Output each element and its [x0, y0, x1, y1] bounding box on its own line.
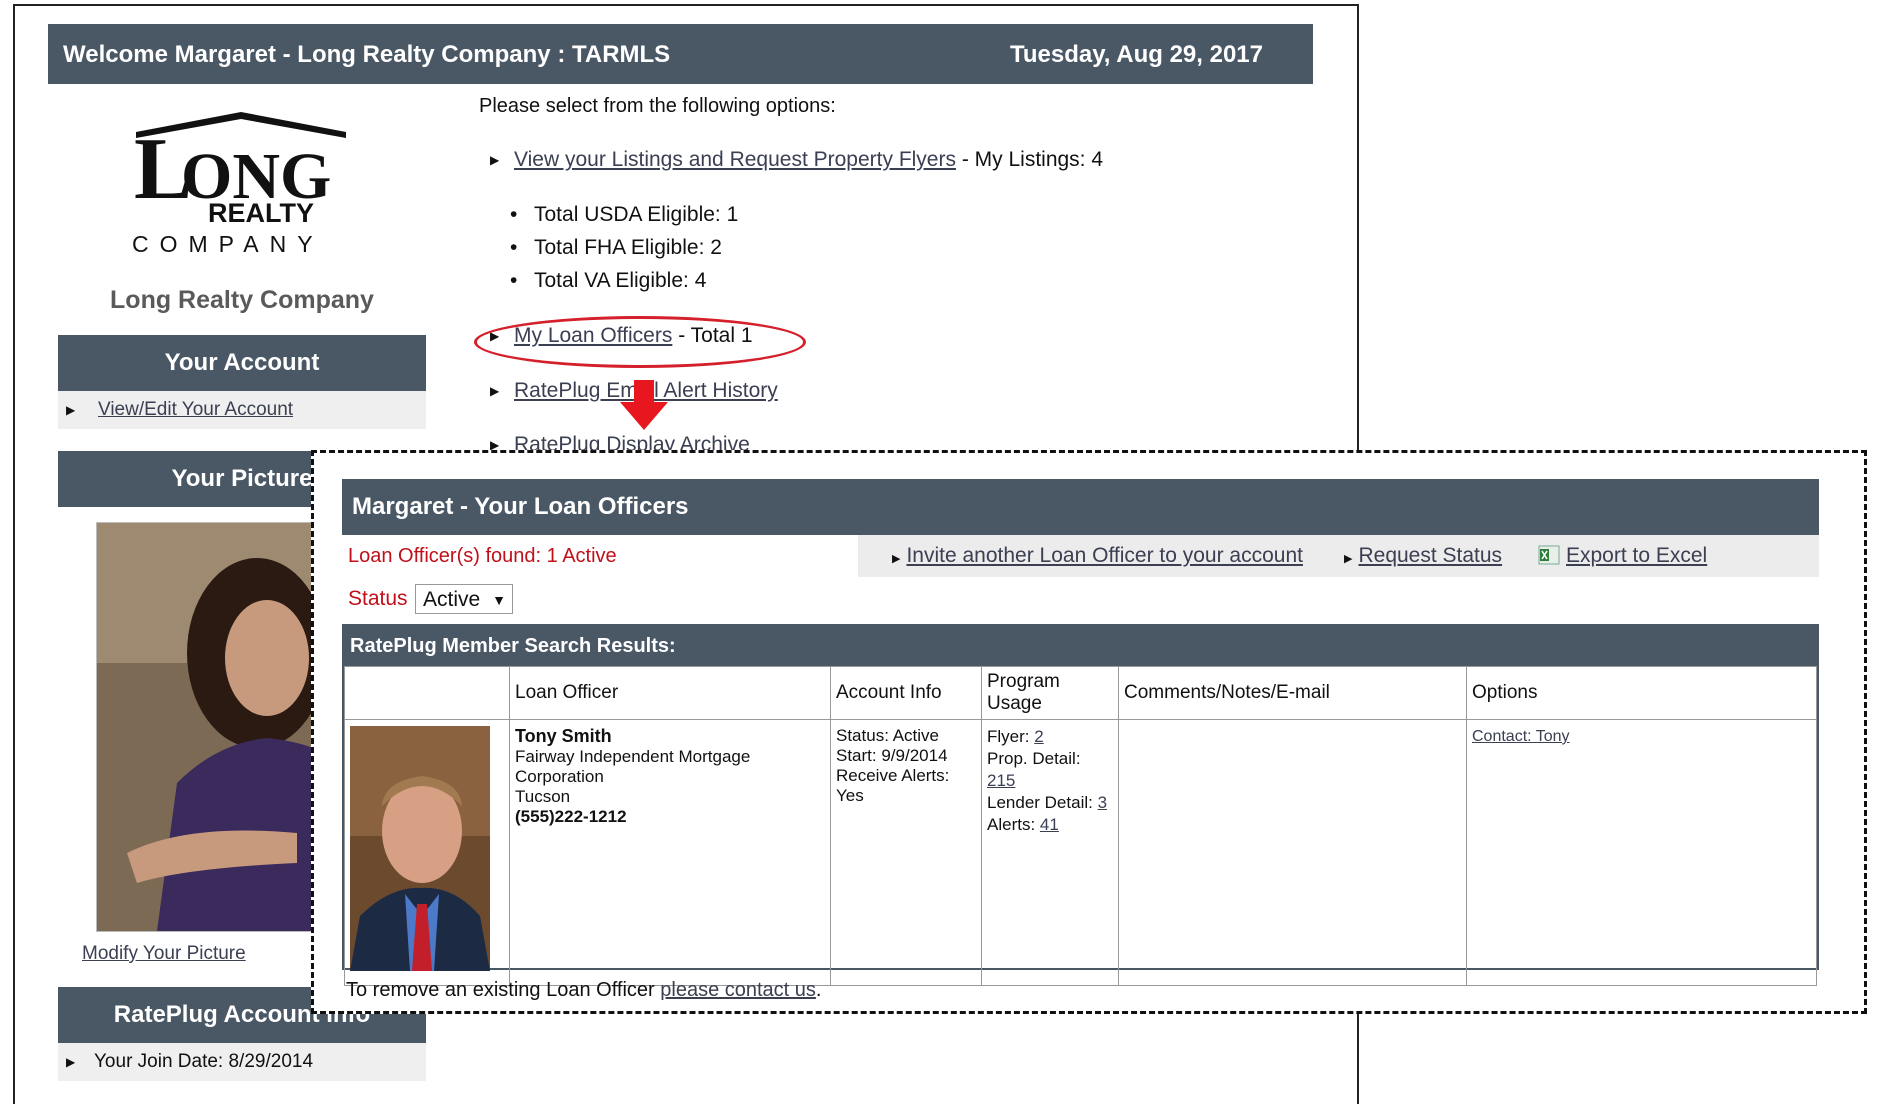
- account-start: Start: 9/9/2014: [836, 746, 948, 765]
- contact-us-link[interactable]: please contact us: [660, 979, 816, 1001]
- options-intro: Please select from the following options…: [479, 95, 836, 117]
- excel-icon: [1538, 545, 1560, 565]
- column-header-loan-officer: Loan Officer: [509, 666, 831, 720]
- loan-officer-cell: Tony Smith Fairway Independent Mortgage …: [509, 719, 831, 986]
- prop-detail-label: Prop. Detail:: [987, 749, 1081, 768]
- alerts-label: Alerts:: [987, 815, 1036, 834]
- long-realty-logo: L ONG REALTY COMPANY: [132, 112, 346, 257]
- loan-officers-panel: Margaret - Your Loan Officers Loan Offic…: [311, 450, 1867, 1014]
- status-select[interactable]: Active ▼: [415, 584, 513, 614]
- logo-realty: REALTY: [208, 198, 314, 228]
- prop-detail-usage: Prop. Detail: 215: [987, 748, 1113, 792]
- account-info-cell: Status: Active Start: 9/9/2014 Receive A…: [830, 719, 982, 986]
- loan-officer-photo-cell: [344, 719, 510, 986]
- column-header-program-usage: Program Usage: [981, 666, 1119, 720]
- options-cell: Contact: Tony: [1466, 719, 1817, 986]
- panel-title: Margaret - Your Loan Officers: [342, 479, 1819, 535]
- join-date: Your Join Date: 8/29/2014: [94, 1051, 314, 1072]
- loan-officer-phone: (555)222-1212: [515, 807, 627, 826]
- results-title: RatePlug Member Search Results:: [344, 626, 1817, 666]
- logo-company: COMPANY: [132, 231, 324, 257]
- sidebar-item-view-edit-account[interactable]: ▶ View/Edit Your Account: [58, 391, 426, 429]
- lender-detail-count-link[interactable]: 3: [1098, 793, 1107, 812]
- join-date-row: ▶ Your Join Date: 8/29/2014: [58, 1043, 426, 1081]
- va-eligible-text: Total VA Eligible: 4: [534, 269, 707, 292]
- current-date: Tuesday, Aug 29, 2017: [1010, 41, 1263, 68]
- remove-officer-note: To remove an existing Loan Officer pleas…: [346, 979, 821, 1002]
- receive-alerts: Receive Alerts: Yes: [836, 766, 950, 805]
- dropdown-arrow-icon: ▼: [492, 592, 506, 608]
- welcome-text: Welcome Margaret - Long Realty Company :…: [63, 41, 671, 68]
- column-header-photo: [344, 666, 510, 720]
- loan-officer-city: Tucson: [515, 787, 571, 806]
- export-to-excel-link[interactable]: Export to Excel: [1566, 544, 1707, 567]
- request-status-action: ▶ Request Status: [1344, 535, 1502, 580]
- request-status-link[interactable]: Request Status: [1358, 544, 1502, 567]
- table-header-row: Loan Officer Account Info Program Usage …: [344, 666, 1817, 720]
- usda-eligible: Total USDA Eligible: 1: [510, 203, 738, 227]
- triangle-right-icon: ▶: [66, 1055, 76, 1069]
- option-listings: ▶ View your Listings and Request Property…: [490, 148, 1103, 172]
- profile-photo: [96, 522, 338, 932]
- triangle-right-icon: ▶: [490, 153, 500, 168]
- remove-note-end: .: [815, 979, 822, 1001]
- triangle-right-icon: ▶: [490, 384, 500, 399]
- your-account-header: Your Account: [58, 335, 426, 391]
- fha-eligible-text: Total FHA Eligible: 2: [534, 236, 722, 259]
- alerts-count-link[interactable]: 41: [1040, 815, 1059, 834]
- status-selected-value: Active: [423, 588, 481, 611]
- officers-found-text: Loan Officer(s) found: 1 Active: [348, 545, 617, 567]
- va-eligible: Total VA Eligible: 4: [510, 269, 706, 293]
- program-usage-cell: Flyer: 2 Prop. Detail: 215 Lender Detail…: [981, 719, 1119, 986]
- highlight-ellipse: [474, 316, 806, 368]
- prop-detail-count-link[interactable]: 215: [987, 771, 1015, 790]
- view-listings-link[interactable]: View your Listings and Request Property …: [514, 148, 956, 171]
- lender-detail-usage: Lender Detail: 3: [987, 792, 1113, 814]
- lender-detail-label: Lender Detail:: [987, 793, 1093, 812]
- arrow-down-icon: [620, 380, 668, 430]
- fha-eligible: Total FHA Eligible: 2: [510, 236, 722, 260]
- invite-loan-officer-link[interactable]: Invite another Loan Officer to your acco…: [906, 544, 1303, 567]
- flyer-usage: Flyer: 2: [987, 726, 1113, 748]
- column-header-options: Options: [1466, 666, 1817, 720]
- export-action: Export to Excel: [1538, 535, 1707, 577]
- table-row: Tony Smith Fairway Independent Mortgage …: [344, 719, 1817, 986]
- remove-note-text: To remove an existing Loan Officer: [346, 979, 655, 1001]
- contact-officer-link[interactable]: Contact: Tony: [1472, 728, 1570, 745]
- flyer-count-link[interactable]: 2: [1034, 727, 1043, 746]
- account-status: Status: Active: [836, 726, 939, 745]
- top-header-bar: Welcome Margaret - Long Realty Company :…: [48, 24, 1313, 84]
- search-results-table: RatePlug Member Search Results: Loan Off…: [342, 624, 1819, 986]
- flyer-label: Flyer:: [987, 727, 1030, 746]
- panel-actions: ▶ Invite another Loan Officer to your acc…: [858, 535, 1819, 577]
- alerts-usage: Alerts: 41: [987, 814, 1113, 836]
- invite-action: ▶ Invite another Loan Officer to your acc…: [892, 535, 1303, 580]
- usda-eligible-text: Total USDA Eligible: 1: [534, 203, 739, 226]
- view-edit-account-link[interactable]: View/Edit Your Account: [98, 391, 293, 429]
- column-header-comments: Comments/Notes/E-mail: [1118, 666, 1467, 720]
- panel-action-bar: Loan Officer(s) found: 1 Active ▶ Invite …: [342, 535, 1819, 577]
- modify-picture-link[interactable]: Modify Your Picture: [82, 943, 246, 965]
- comments-cell: [1118, 719, 1467, 986]
- my-listings-count: - My Listings: 4: [961, 148, 1104, 171]
- company-name: Long Realty Company: [110, 286, 374, 314]
- column-header-account-info: Account Info: [830, 666, 982, 720]
- triangle-right-icon: ▶: [66, 403, 76, 417]
- loan-officer-name: Tony Smith: [515, 726, 612, 746]
- status-label: Status: [348, 587, 408, 610]
- loan-officer-photo: [350, 726, 490, 971]
- loan-officer-company: Fairway Independent Mortgage Corporation: [515, 747, 751, 786]
- triangle-right-icon: ▶: [1344, 553, 1353, 565]
- triangle-right-icon: ▶: [892, 553, 901, 565]
